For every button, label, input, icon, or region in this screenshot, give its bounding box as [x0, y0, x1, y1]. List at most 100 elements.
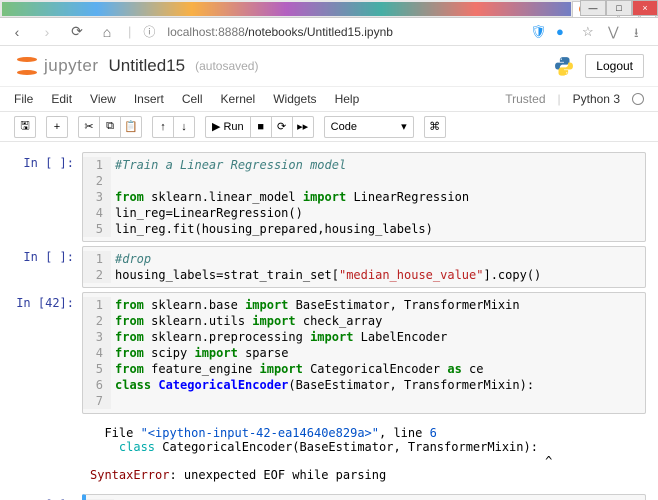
output-area: File "<ipython-input-42-ea14640e829a>", …: [82, 418, 646, 490]
code-cell[interactable]: In [ ]:1: [12, 494, 646, 500]
logout-button[interactable]: Logout: [585, 54, 644, 78]
menu-insert[interactable]: Insert: [134, 92, 164, 106]
menubar: File Edit View Insert Cell Kernel Widget…: [0, 86, 658, 112]
menu-cell[interactable]: Cell: [182, 92, 203, 106]
kernel-indicator-icon: [632, 93, 644, 105]
jupyter-logo[interactable]: jupyter: [14, 53, 99, 79]
code-line[interactable]: 7: [83, 393, 645, 409]
cell-type-select[interactable]: Code▾: [324, 116, 414, 138]
back-button[interactable]: ‹: [8, 23, 26, 41]
code-line[interactable]: 3from sklearn.linear_model import Linear…: [83, 189, 645, 205]
trusted-label[interactable]: Trusted: [505, 92, 545, 106]
output-cell: File "<ipython-input-42-ea14640e829a>", …: [12, 418, 646, 490]
input-prompt: In [ ]:: [12, 152, 82, 242]
kernel-name[interactable]: Python 3: [573, 92, 620, 106]
code-line[interactable]: 1#Train a Linear Regression model: [83, 157, 645, 173]
restart-run-all-button[interactable]: ▸▸: [292, 116, 314, 138]
line-number: 2: [83, 267, 111, 283]
forward-button[interactable]: ›: [38, 23, 56, 41]
shield-icon[interactable]: 🛡: [530, 24, 546, 40]
code-cell[interactable]: In [42]:1from sklearn.base import BaseEs…: [12, 292, 646, 414]
line-number: 1: [83, 297, 111, 313]
code-input[interactable]: 1: [82, 494, 646, 500]
jupyter-logo-icon: [14, 53, 40, 79]
code-text[interactable]: #drop: [111, 251, 151, 267]
code-cell[interactable]: In [ ]:1#drop2housing_labels=strat_train…: [12, 246, 646, 288]
line-number: 1: [83, 157, 111, 173]
code-text[interactable]: class CategoricalEncoder(BaseEstimator, …: [111, 377, 534, 393]
line-number: 3: [83, 329, 111, 345]
site-info-icon[interactable]: ⓘ: [143, 23, 155, 40]
code-text[interactable]: from sklearn.utils import check_array: [111, 313, 382, 329]
code-text[interactable]: [111, 173, 115, 189]
code-line[interactable]: 2housing_labels=strat_train_set["median_…: [83, 267, 645, 283]
code-input[interactable]: 1#Train a Linear Regression model23from …: [82, 152, 646, 242]
line-number: 3: [83, 189, 111, 205]
code-line[interactable]: 4lin_reg=LinearRegression(): [83, 205, 645, 221]
browser-toolbar: ‹ › ⟳ ⌂ | ⓘ localhost:8888/notebooks/Unt…: [0, 18, 658, 46]
maximize-button[interactable]: □: [606, 0, 632, 16]
interrupt-button[interactable]: ■: [250, 116, 272, 138]
code-text[interactable]: [111, 393, 115, 409]
refresh-button[interactable]: ⟳: [68, 23, 86, 41]
move-down-button[interactable]: ↓: [173, 116, 195, 138]
jupyter-wordmark: jupyter: [44, 56, 99, 76]
code-cell[interactable]: In [ ]:1#Train a Linear Regression model…: [12, 152, 646, 242]
code-text[interactable]: from feature_engine import CategoricalEn…: [111, 361, 484, 377]
line-number: 4: [83, 205, 111, 221]
background-tabs: [2, 2, 571, 16]
close-window-button[interactable]: ×: [632, 0, 658, 16]
code-line[interactable]: 4from scipy import sparse: [83, 345, 645, 361]
line-number: 2: [83, 313, 111, 329]
code-line[interactable]: 3from sklearn.preprocessing import Label…: [83, 329, 645, 345]
menu-file[interactable]: File: [14, 92, 33, 106]
code-line[interactable]: 1#drop: [83, 251, 645, 267]
save-button[interactable]: 🖫: [14, 116, 36, 138]
menu-widgets[interactable]: Widgets: [273, 92, 316, 106]
copy-button[interactable]: ⧉: [99, 116, 121, 138]
jupyter-header: jupyter Untitled15 (autosaved) Logout: [0, 46, 658, 86]
code-line[interactable]: 5lin_reg.fit(housing_prepared,housing_la…: [83, 221, 645, 237]
code-line[interactable]: 2from sklearn.utils import check_array: [83, 313, 645, 329]
code-input[interactable]: 1from sklearn.base import BaseEstimator,…: [82, 292, 646, 414]
cut-button[interactable]: ✂: [78, 116, 100, 138]
line-number: 5: [83, 361, 111, 377]
code-line[interactable]: 6class CategoricalEncoder(BaseEstimator,…: [83, 377, 645, 393]
restart-button[interactable]: ⟳: [271, 116, 293, 138]
download-icon[interactable]: ⭳: [634, 24, 650, 40]
home-button[interactable]: ⌂: [98, 23, 116, 41]
code-text[interactable]: housing_labels=strat_train_set["median_h…: [111, 267, 541, 283]
code-text[interactable]: from sklearn.linear_model import LinearR…: [111, 189, 469, 205]
menu-kernel[interactable]: Kernel: [221, 92, 256, 106]
toolbar: 🖫 + ✂ ⧉ 📋 ↑ ↓ ▶ Run ■ ⟳ ▸▸ Code▾ ⌘: [0, 112, 658, 142]
autosave-label: (autosaved): [195, 59, 258, 73]
menu-view[interactable]: View: [90, 92, 116, 106]
minimize-button[interactable]: —: [580, 0, 606, 16]
code-text[interactable]: lin_reg.fit(housing_prepared,housing_lab…: [111, 221, 433, 237]
add-cell-button[interactable]: +: [46, 116, 68, 138]
move-up-button[interactable]: ↑: [152, 116, 174, 138]
code-text[interactable]: #Train a Linear Regression model: [111, 157, 346, 173]
code-text[interactable]: from sklearn.preprocessing import LabelE…: [111, 329, 447, 345]
code-text[interactable]: from sklearn.base import BaseEstimator, …: [111, 297, 520, 313]
code-text[interactable]: from scipy import sparse: [111, 345, 288, 361]
code-line[interactable]: 2: [83, 173, 645, 189]
input-prompt: In [ ]:: [12, 494, 82, 500]
code-line[interactable]: 1from sklearn.base import BaseEstimator,…: [83, 297, 645, 313]
menu-edit[interactable]: Edit: [51, 92, 72, 106]
code-input[interactable]: 1#drop2housing_labels=strat_train_set["m…: [82, 246, 646, 288]
notebook-container[interactable]: In [ ]:1#Train a Linear Regression model…: [0, 142, 658, 500]
address-bar[interactable]: localhost:8888/notebooks/Untitled15.ipyn…: [167, 25, 393, 39]
pocket-icon[interactable]: ⋁: [608, 24, 624, 40]
line-number: 6: [83, 377, 111, 393]
notebook-title[interactable]: Untitled15: [109, 56, 186, 76]
paste-button[interactable]: 📋: [120, 116, 142, 138]
command-palette-button[interactable]: ⌘: [424, 116, 446, 138]
run-button[interactable]: ▶ Run: [205, 116, 251, 138]
sync-icon[interactable]: ●: [556, 24, 572, 40]
code-text[interactable]: lin_reg=LinearRegression(): [111, 205, 303, 221]
bookmark-icon[interactable]: ☆: [582, 24, 598, 40]
line-number: 5: [83, 221, 111, 237]
menu-help[interactable]: Help: [335, 92, 360, 106]
code-line[interactable]: 5from feature_engine import CategoricalE…: [83, 361, 645, 377]
